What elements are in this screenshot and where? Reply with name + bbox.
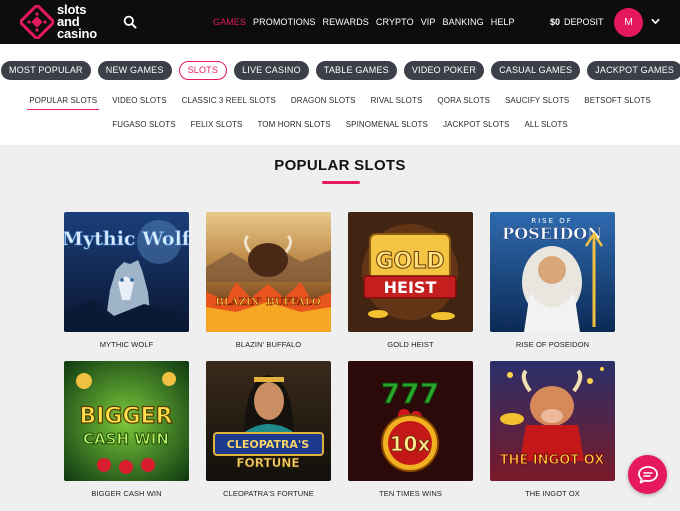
subnav-all-slots[interactable]: ALL SLOTS (524, 120, 567, 129)
subnav-fugaso-slots[interactable]: FUGASO SLOTS (112, 120, 175, 129)
game-title[interactable]: TEN TIMES WINS (348, 489, 473, 498)
game-title[interactable]: MYTHIC WOLF (64, 340, 189, 349)
site-logo[interactable]: slots and casino (20, 3, 120, 41)
logo-line-3: casino (57, 26, 97, 41)
game-tile-bigger-cash-win[interactable]: BIGGER CASH WIN BIGGER CASH WIN (64, 361, 189, 498)
slots-subnav: POPULAR SLOTS VIDEO SLOTS CLASSIC 3 REEL… (0, 88, 680, 145)
subnav-rival-slots[interactable]: RIVAL SLOTS (371, 96, 423, 105)
category-slots[interactable]: SLOTS (178, 61, 228, 80)
category-jackpot-games[interactable]: JACKPOT GAMES (587, 61, 680, 80)
game-tile-the-ingot-ox[interactable]: THE INGOT OX THE INGOT OX (490, 361, 615, 498)
nav-rewards[interactable]: REWARDS (323, 17, 369, 27)
game-title[interactable]: CLEOPATRA'S FORTUNE (206, 489, 331, 498)
nav-games[interactable]: GAMES (213, 17, 246, 27)
category-new-games[interactable]: NEW GAMES (97, 61, 172, 80)
category-table-games[interactable]: TABLE GAMES (315, 61, 397, 80)
game-title[interactable]: BLAZIN' BUFFALO (206, 340, 331, 349)
logo-wordmark: slots and casino (57, 3, 97, 41)
nav-crypto[interactable]: CRYPTO (376, 17, 414, 27)
main-nav: GAMES PROMOTIONS REWARDS CRYPTO VIP BANK… (213, 17, 515, 27)
cleopatra-art-line-1: CLEOPATRA'S (227, 438, 310, 451)
logo-diamond-icon (20, 5, 54, 39)
nav-banking[interactable]: BANKING (443, 17, 484, 27)
game-thumbnail[interactable]: BIGGER CASH WIN (64, 361, 189, 481)
title-underline (322, 181, 360, 184)
subnav-qora-slots[interactable]: QORA SLOTS (437, 96, 490, 105)
game-title[interactable]: THE INGOT OX (490, 489, 615, 498)
game-thumbnail[interactable]: BLAZIN' BUFFALO (206, 212, 331, 332)
ingot-ox-art-title: THE INGOT OX (500, 453, 605, 468)
subnav-video-slots[interactable]: VIDEO SLOTS (112, 96, 166, 105)
bigger-cash-win-art-line-1: BIGGER (79, 404, 172, 429)
subnav-row-2: FUGASO SLOTS FELIX SLOTS TOM HORN SLOTS … (0, 120, 680, 129)
subnav-felix-slots[interactable]: FELIX SLOTS (191, 120, 243, 129)
category-casual-games[interactable]: CASUAL GAMES (491, 61, 581, 80)
nav-help[interactable]: HELP (491, 17, 515, 27)
subnav-jackpot-slots[interactable]: JACKPOT SLOTS (443, 120, 510, 129)
game-title[interactable]: BIGGER CASH WIN (64, 489, 189, 498)
live-chat-button[interactable] (628, 455, 667, 494)
game-title[interactable]: GOLD HEIST (348, 340, 473, 349)
game-tile-gold-heist[interactable]: GOLD HEIST GOLD HEIST (348, 212, 473, 349)
game-tile-ten-times-wins[interactable]: 777 10x TEN TIMES WINS (348, 361, 473, 498)
subnav-popular-slots[interactable]: POPULAR SLOTS (27, 96, 100, 110)
game-tile-mythic-wolf[interactable]: Mythic Wolf MYTHIC WOLF (64, 212, 189, 349)
gold-heist-art-word-2: HEIST (384, 278, 437, 297)
mythic-wolf-art-title: Mythic Wolf (64, 228, 189, 250)
game-thumbnail[interactable]: THE INGOT OX (490, 361, 615, 481)
top-header: slots and casino GAMES PROMOTIONS REWARD… (0, 0, 680, 44)
ten-times-art-multiplier: 10x (390, 432, 431, 456)
cleopatra-art-line-2: FORTUNE (236, 456, 299, 470)
poseidon-art-title: POSEIDON (502, 224, 602, 243)
subnav-classic-3-reel-slots[interactable]: CLASSIC 3 REEL SLOTS (182, 96, 276, 105)
subnav-tom-horn-slots[interactable]: TOM HORN SLOTS (257, 120, 330, 129)
chat-bubble-icon (637, 465, 658, 483)
blazin-buffalo-art-title: BLAZIN' BUFFALO (215, 297, 320, 308)
subnav-row-1: POPULAR SLOTS VIDEO SLOTS CLASSIC 3 REEL… (0, 96, 680, 110)
subnav-betsoft-slots[interactable]: BETSOFT SLOTS (584, 96, 651, 105)
user-avatar[interactable]: M (614, 8, 643, 37)
category-bar: MOST POPULAR NEW GAMES SLOTS LIVE CASINO… (0, 44, 680, 88)
game-thumbnail[interactable]: RISE OF POSEIDON (490, 212, 615, 332)
game-thumbnail[interactable]: GOLD HEIST (348, 212, 473, 332)
game-thumbnail[interactable]: 777 10x (348, 361, 473, 481)
game-tile-cleopatras-fortune[interactable]: CLEOPATRA'S FORTUNE CLEOPATRA'S FORTUNE (206, 361, 331, 498)
bigger-cash-win-art-line-2: CASH WIN (83, 430, 169, 448)
deposit-label: DEPOSIT (564, 17, 604, 27)
category-live-casino[interactable]: LIVE CASINO (234, 61, 309, 80)
nav-promotions[interactable]: PROMOTIONS (253, 17, 316, 27)
nav-vip[interactable]: VIP (421, 17, 436, 27)
category-most-popular[interactable]: MOST POPULAR (1, 61, 91, 80)
category-pills: MOST POPULAR NEW GAMES SLOTS LIVE CASINO… (1, 61, 680, 80)
section-title: POPULAR SLOTS (274, 157, 406, 174)
game-tile-rise-of-poseidon[interactable]: RISE OF POSEIDON RISE OF POSEIDON (490, 212, 615, 349)
category-video-poker[interactable]: VIDEO POKER (403, 61, 485, 80)
deposit-button[interactable]: $0 DEPOSIT (550, 17, 604, 27)
game-title[interactable]: RISE OF POSEIDON (490, 340, 615, 349)
game-thumbnail[interactable]: CLEOPATRA'S FORTUNE (206, 361, 331, 481)
subnav-dragon-slots[interactable]: DRAGON SLOTS (291, 96, 356, 105)
subnav-spinomenal-slots[interactable]: SPINOMENAL SLOTS (346, 120, 428, 129)
gold-heist-art-word-1: GOLD (375, 249, 444, 274)
logo-line-3-text: casino (57, 26, 97, 41)
search-icon[interactable] (123, 15, 137, 29)
ten-times-art-sevens: 777 (381, 377, 439, 410)
game-thumbnail[interactable]: Mythic Wolf (64, 212, 189, 332)
balance-amount: $0 (550, 17, 561, 27)
game-tile-blazin-buffalo[interactable]: BLAZIN' BUFFALO BLAZIN' BUFFALO (206, 212, 331, 349)
subnav-saucify-slots[interactable]: SAUCIFY SLOTS (505, 96, 569, 105)
chevron-down-icon[interactable] (651, 17, 660, 26)
